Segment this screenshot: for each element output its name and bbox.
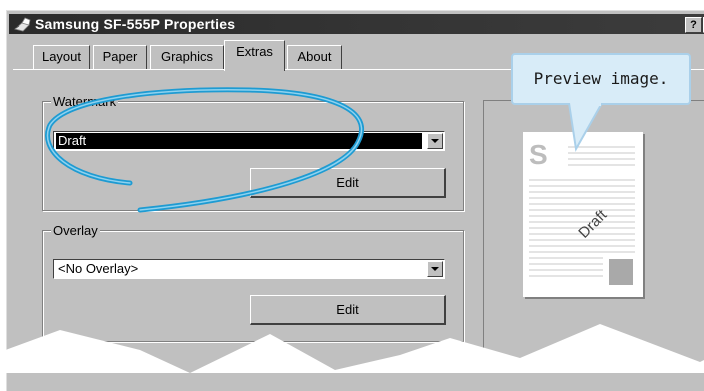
tab-about[interactable]: About xyxy=(287,45,342,69)
preview-watermark-text: Draft xyxy=(575,206,611,242)
tab-label: Graphics xyxy=(160,49,214,64)
help-button[interactable]: ? xyxy=(685,17,702,33)
window-title: Samsung SF-555P Properties xyxy=(35,16,236,32)
tab-paper[interactable]: Paper xyxy=(93,45,147,69)
callout-tail xyxy=(568,103,603,153)
tab-label: About xyxy=(297,49,332,64)
chevron-down-icon[interactable] xyxy=(427,133,443,149)
preview-callout: Preview image. xyxy=(511,53,691,105)
tab-label: Layout xyxy=(41,49,82,64)
tab-graphics[interactable]: Graphics xyxy=(150,45,224,69)
overlay-selected-value: <No Overlay> xyxy=(58,261,139,276)
preview-logo: S xyxy=(529,139,548,170)
title-bar: Samsung SF-555P Properties ? xyxy=(9,14,704,34)
preview-page-art: S Draft xyxy=(529,139,635,285)
chevron-down-icon[interactable] xyxy=(427,261,443,277)
torn-edge xyxy=(0,324,704,373)
preview-overlay-box xyxy=(609,259,633,285)
overlay-group-label: Overlay xyxy=(51,223,100,238)
tab-label: Paper xyxy=(102,49,138,64)
printer-icon xyxy=(14,17,31,32)
highlight-ellipse xyxy=(45,87,365,213)
tab-extras[interactable]: Extras xyxy=(224,40,285,71)
preview-page: S Draft xyxy=(523,132,643,297)
overlay-select[interactable]: <No Overlay> xyxy=(53,259,445,279)
tab-layout[interactable]: Layout xyxy=(33,45,90,69)
tab-label: Extras xyxy=(236,44,273,59)
